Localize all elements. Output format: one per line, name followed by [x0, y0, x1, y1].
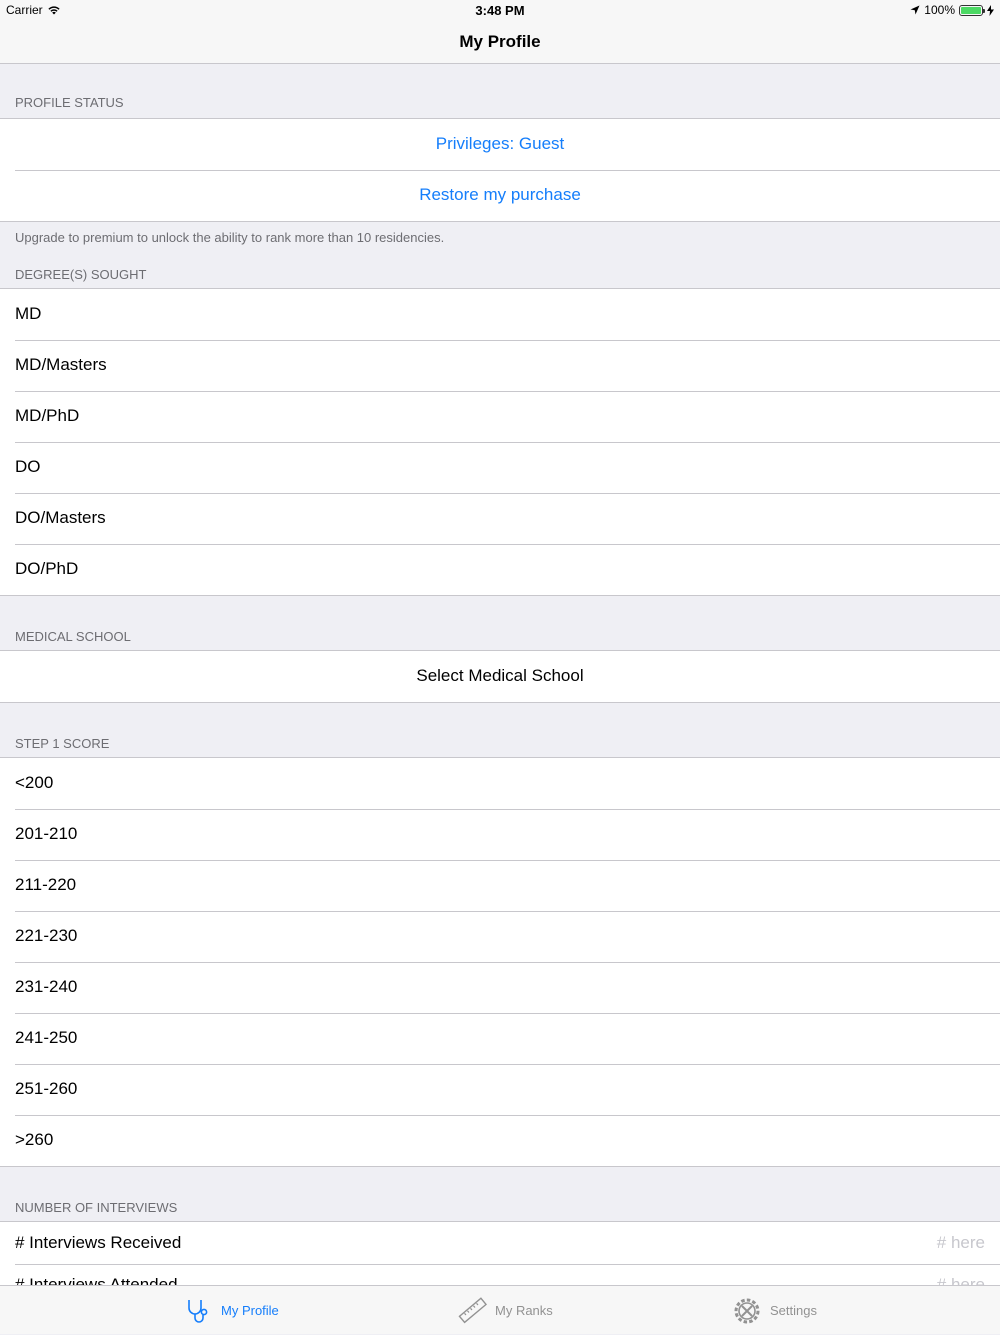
section-header-interviews: NUMBER OF INTERVIEWS — [0, 1167, 1000, 1221]
tab-bar: My Profile My Ranks Settings — [0, 1285, 1000, 1334]
navigation-bar: My Profile — [0, 20, 1000, 64]
step1-option-211-220[interactable]: 211-220 — [0, 860, 1000, 911]
interviews-attended-input[interactable]: # here — [937, 1264, 985, 1285]
section-header-step1: STEP 1 SCORE — [0, 703, 1000, 757]
step1-option-over-260[interactable]: >260 — [0, 1115, 1000, 1166]
section-header-degrees: DEGREE(S) SOUGHT — [0, 254, 1000, 288]
privileges-button[interactable]: Privileges: Guest — [0, 119, 1000, 170]
interviews-received-row[interactable]: # Interviews Received # here — [0, 1222, 1000, 1264]
step1-option-201-210[interactable]: 201-210 — [0, 809, 1000, 860]
step1-option-221-230[interactable]: 221-230 — [0, 911, 1000, 962]
interviews-attended-row[interactable]: # Interviews Attended # here — [0, 1264, 1000, 1285]
interviews-received-label: # Interviews Received — [15, 1233, 181, 1252]
degree-option-md-masters[interactable]: MD/Masters — [0, 340, 1000, 391]
degree-option-do-phd[interactable]: DO/PhD — [0, 544, 1000, 595]
step1-group: <200 201-210 211-220 221-230 231-240 241… — [0, 757, 1000, 1167]
tab-my-ranks[interactable]: My Ranks — [457, 1286, 553, 1335]
page-title: My Profile — [459, 32, 540, 51]
interviews-received-input[interactable]: # here — [937, 1222, 985, 1264]
step1-option-241-250[interactable]: 241-250 — [0, 1013, 1000, 1064]
tab-my-profile-label: My Profile — [221, 1303, 279, 1318]
tab-settings[interactable]: Settings — [732, 1286, 817, 1335]
clock: 3:48 PM — [0, 3, 1000, 18]
gear-tools-icon — [732, 1296, 762, 1326]
degrees-group: MD MD/Masters MD/PhD DO DO/Masters DO/Ph… — [0, 288, 1000, 596]
medical-school-group: Select Medical School — [0, 650, 1000, 703]
charging-bolt-icon — [987, 5, 994, 16]
degree-option-do[interactable]: DO — [0, 442, 1000, 493]
step1-option-251-260[interactable]: 251-260 — [0, 1064, 1000, 1115]
tab-settings-label: Settings — [770, 1303, 817, 1318]
location-arrow-icon — [910, 5, 920, 15]
degree-option-md[interactable]: MD — [0, 289, 1000, 340]
battery-icon — [959, 5, 983, 16]
upgrade-note: Upgrade to premium to unlock the ability… — [0, 222, 1000, 254]
interviews-group: # Interviews Received # here # Interview… — [0, 1221, 1000, 1285]
restore-purchase-button[interactable]: Restore my purchase — [0, 170, 1000, 221]
step1-option-231-240[interactable]: 231-240 — [0, 962, 1000, 1013]
status-bar: Carrier 3:48 PM 100% — [0, 0, 1000, 20]
tab-my-ranks-label: My Ranks — [495, 1303, 553, 1318]
profile-status-group: Privileges: Guest Restore my purchase — [0, 118, 1000, 222]
select-medical-school-button[interactable]: Select Medical School — [0, 651, 1000, 702]
degree-option-md-phd[interactable]: MD/PhD — [0, 391, 1000, 442]
step1-option-under-200[interactable]: <200 — [0, 758, 1000, 809]
status-right: 100% — [910, 3, 994, 17]
stethoscope-icon — [183, 1296, 213, 1326]
interviews-attended-label: # Interviews Attended — [15, 1275, 178, 1285]
section-header-medical-school: MEDICAL SCHOOL — [0, 596, 1000, 650]
section-header-profile-status: PROFILE STATUS — [0, 64, 1000, 118]
tab-my-profile[interactable]: My Profile — [183, 1286, 279, 1335]
degree-option-do-masters[interactable]: DO/Masters — [0, 493, 1000, 544]
profile-table[interactable]: PROFILE STATUS Privileges: Guest Restore… — [0, 64, 1000, 1285]
battery-percentage: 100% — [924, 3, 955, 17]
ruler-icon — [457, 1296, 487, 1326]
